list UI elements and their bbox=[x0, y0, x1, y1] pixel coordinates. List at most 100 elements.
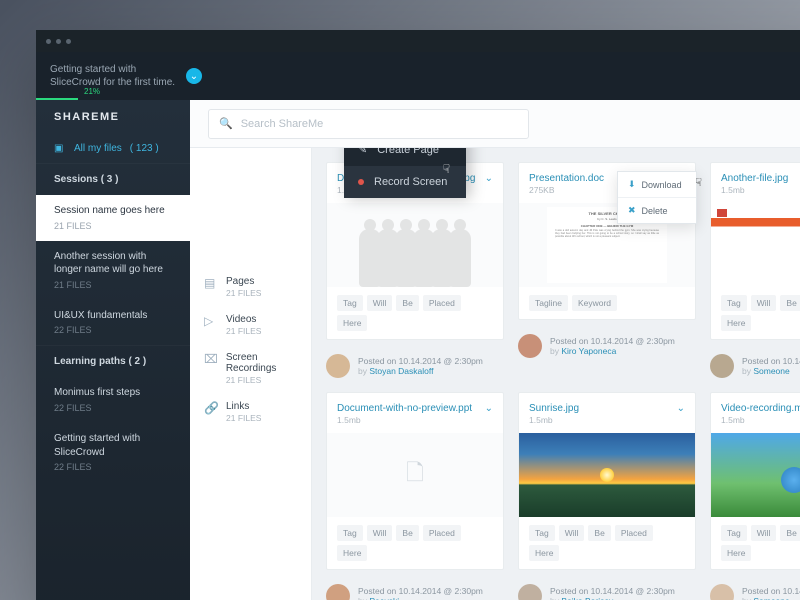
author-link[interactable]: Someone bbox=[753, 366, 789, 376]
avatar[interactable] bbox=[326, 584, 350, 600]
file-card[interactable]: Sunrise.jpg 1.5mb ⌄ TagWillBe Placed Here bbox=[518, 392, 696, 570]
card-menu-icon[interactable]: ⌄ bbox=[677, 403, 685, 414]
tag[interactable]: Placed bbox=[615, 525, 653, 541]
flyout-create-page[interactable]: ✎ Create Page ☟ bbox=[344, 148, 466, 166]
file-card[interactable]: Document-with-no-preview.ppt 1.5mb ⌄ 🗋 T… bbox=[326, 392, 504, 570]
category-item[interactable]: ▷Videos21 FILES bbox=[190, 306, 311, 344]
nav-learning-header[interactable]: Learning paths ( 2 ) bbox=[36, 345, 190, 377]
author-link[interactable]: Stoyan Daskaloff bbox=[369, 366, 433, 376]
category-label: Screen Recordings bbox=[226, 352, 297, 374]
banner-expand-icon[interactable]: ⌄ bbox=[186, 68, 202, 84]
file-size: 1.5mb bbox=[721, 185, 788, 195]
tag[interactable]: Here bbox=[337, 545, 367, 561]
file-card[interactable]: Video-recording.mp4 1.5mb ⌄ TagWillBePla… bbox=[710, 392, 800, 570]
tag[interactable]: Tag bbox=[529, 525, 555, 541]
cursor-icon: ☟ bbox=[443, 162, 450, 176]
file-name: Document-with-no-preview.ppt bbox=[337, 403, 472, 414]
author-link[interactable]: Someone bbox=[753, 596, 789, 600]
tag[interactable]: Placed bbox=[423, 525, 461, 541]
tag[interactable]: Will bbox=[751, 295, 777, 311]
file-name: Sunrise.jpg bbox=[529, 403, 579, 414]
sidebar-session-item[interactable]: UI&UX fundamentals22 FILES bbox=[36, 300, 190, 346]
titlebar bbox=[36, 30, 800, 52]
nav-all-files[interactable]: ▣ All my files ( 123 ) bbox=[36, 134, 190, 163]
file-preview bbox=[711, 203, 800, 287]
tag[interactable]: Will bbox=[751, 525, 777, 541]
menu-download[interactable]: ⬇Download bbox=[618, 172, 696, 197]
sidebar-session-item[interactable]: Session name goes here 21 FILES bbox=[36, 195, 190, 241]
tag-list: TaglineKeyword bbox=[529, 295, 685, 311]
file-card[interactable]: ⬇Download ✖Delete ☟ Presentation.doc 275… bbox=[518, 162, 696, 320]
file-meta: Posted on 10.14.2014 @ 2:30pm by Kiro Ya… bbox=[518, 334, 696, 358]
author-link[interactable]: Boiko Borisov bbox=[561, 596, 613, 600]
delete-icon: ✖ bbox=[628, 205, 636, 216]
tag[interactable]: Be bbox=[396, 295, 418, 311]
window-dot[interactable] bbox=[56, 39, 61, 44]
category-item[interactable]: ⌧Screen Recordings21 FILES bbox=[190, 344, 311, 393]
card-menu-icon[interactable]: ⌄ bbox=[485, 173, 493, 184]
tag[interactable]: Will bbox=[559, 525, 585, 541]
file-size: 1.5mb bbox=[721, 415, 800, 425]
tag[interactable]: Tag bbox=[721, 525, 747, 541]
tag[interactable]: Tag bbox=[337, 295, 363, 311]
search-input[interactable]: 🔍 Search ShareMe bbox=[208, 109, 529, 139]
avatar[interactable] bbox=[710, 584, 734, 600]
category-column: ▤Pages21 FILES▷Videos21 FILES⌧Screen Rec… bbox=[190, 148, 312, 600]
avatar[interactable] bbox=[518, 334, 542, 358]
tag[interactable]: Here bbox=[721, 315, 751, 331]
tag[interactable]: Placed bbox=[423, 295, 461, 311]
category-file-count: 21 FILES bbox=[226, 413, 261, 423]
path-title: Getting started with SliceCrowd bbox=[54, 432, 176, 459]
tag[interactable]: Here bbox=[337, 315, 367, 331]
sidebar-learning-item[interactable]: Monimus first steps22 FILES bbox=[36, 377, 190, 423]
topbar: 🔍 Search ShareMe ⊕ ? 🗀 bbox=[190, 100, 800, 148]
category-item[interactable]: 🔗Links21 FILES bbox=[190, 393, 311, 431]
nav-sessions-header[interactable]: Sessions ( 3 ) bbox=[36, 163, 190, 195]
avatar[interactable] bbox=[710, 354, 734, 378]
file-card[interactable]: Another-file.jpg 1.5mb ⌄ TagWillBePlaced… bbox=[710, 162, 800, 340]
file-size: 1.5mb bbox=[529, 415, 579, 425]
tag-list: TagWillBe Placed Here bbox=[337, 525, 493, 561]
tag[interactable]: Here bbox=[721, 545, 751, 561]
tag[interactable]: Tagline bbox=[529, 295, 568, 311]
tag[interactable]: Will bbox=[367, 295, 393, 311]
tag[interactable]: Be bbox=[780, 295, 800, 311]
tag-list: TagWillBe Placed Here bbox=[337, 295, 493, 331]
tag[interactable]: Keyword bbox=[572, 295, 617, 311]
folder-icon: ▣ bbox=[54, 143, 66, 154]
tag[interactable]: Tag bbox=[337, 525, 363, 541]
tag[interactable]: Be bbox=[780, 525, 800, 541]
posted-date: Posted on 10.14.2014 @ 2:30pm bbox=[742, 586, 800, 596]
session-file-count: 21 FILES bbox=[54, 220, 176, 232]
posted-date: Posted on 10.14.2014 @ 2:30pm bbox=[742, 356, 800, 366]
author-link[interactable]: Kiro Yaponeca bbox=[561, 346, 616, 356]
menu-delete[interactable]: ✖Delete bbox=[618, 197, 696, 223]
tag[interactable]: Tag bbox=[721, 295, 747, 311]
author-link[interactable]: Peevski bbox=[369, 596, 399, 600]
app-window: Getting started with SliceCrowd for the … bbox=[36, 30, 800, 600]
path-title: Monimus first steps bbox=[54, 386, 176, 400]
sidebar-learning-item[interactable]: Getting started with SliceCrowd22 FILES bbox=[36, 423, 190, 482]
avatar[interactable] bbox=[326, 354, 350, 378]
file-meta: Posted on 10.14.2014 @ 2:30pm by Someone bbox=[710, 354, 800, 378]
tag[interactable]: Here bbox=[529, 545, 559, 561]
sidebar: SHAREME ▣ All my files ( 123 ) Sessions … bbox=[36, 100, 190, 600]
window-dot[interactable] bbox=[66, 39, 71, 44]
tag[interactable]: Be bbox=[588, 525, 610, 541]
file-name: Video-recording.mp4 bbox=[721, 403, 800, 414]
category-item[interactable]: ▤Pages21 FILES bbox=[190, 268, 311, 306]
file-size: 275KB bbox=[529, 185, 604, 195]
posted-date: Posted on 10.14.2014 @ 2:30pm bbox=[358, 356, 483, 366]
brand: SHAREME bbox=[36, 100, 190, 134]
search-icon: 🔍 bbox=[219, 117, 233, 130]
sidebar-session-item[interactable]: Another session with longer name will go… bbox=[36, 241, 190, 300]
tag[interactable]: Be bbox=[396, 525, 418, 541]
onboarding-banner: Getting started with SliceCrowd for the … bbox=[36, 52, 800, 100]
session-title: Session name goes here bbox=[54, 204, 176, 218]
tag[interactable]: Will bbox=[367, 525, 393, 541]
avatar[interactable] bbox=[518, 584, 542, 600]
category-file-count: 21 FILES bbox=[226, 375, 297, 385]
by-label: by bbox=[742, 366, 753, 376]
window-dot[interactable] bbox=[46, 39, 51, 44]
card-menu-icon[interactable]: ⌄ bbox=[485, 403, 493, 414]
